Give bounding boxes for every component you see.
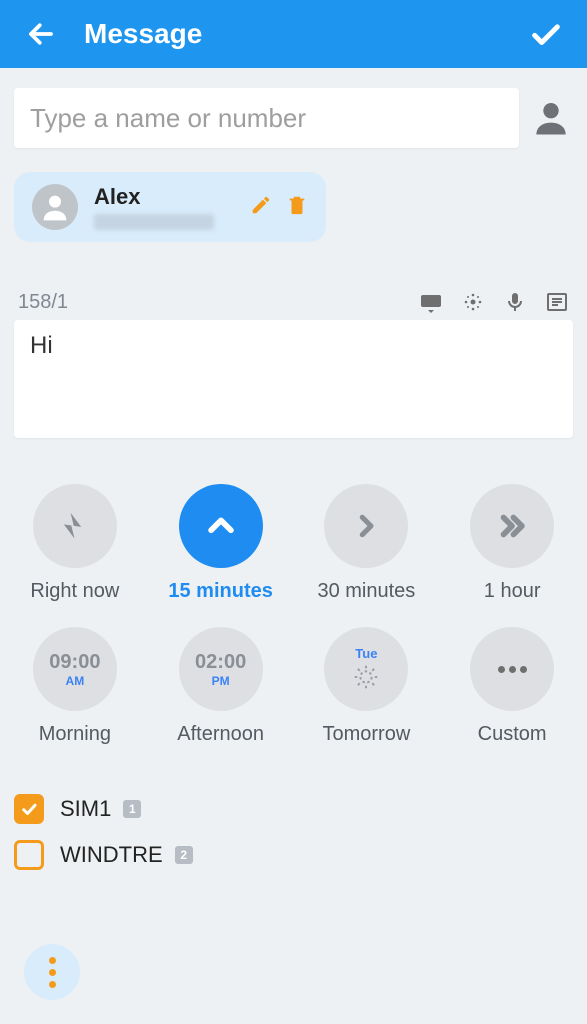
contacts-icon[interactable] (529, 96, 573, 140)
page-title: Message (84, 18, 529, 50)
schedule-custom[interactable]: Custom (451, 627, 573, 746)
keyboard-icon[interactable] (419, 290, 443, 314)
assistant-icon[interactable] (461, 290, 485, 314)
avatar-icon (32, 184, 78, 230)
sim-option-windtre[interactable]: WINDTRE 2 (14, 840, 573, 870)
checkbox-checked-icon (14, 794, 44, 824)
message-textarea[interactable]: Hi (14, 320, 573, 438)
sim-option-sim1[interactable]: SIM1 1 (14, 794, 573, 824)
message-text: Hi (30, 332, 53, 359)
recipient-name: Alex (94, 184, 234, 210)
delete-icon[interactable] (286, 194, 308, 221)
char-counter: 158/1 (18, 291, 419, 314)
edit-icon[interactable] (250, 194, 272, 221)
schedule-afternoon[interactable]: 02:00PM Afternoon (160, 627, 282, 746)
schedule-30-minutes[interactable]: 30 minutes (306, 484, 428, 603)
schedule-tomorrow[interactable]: Tue Tomorrow (306, 627, 428, 746)
recipient-input[interactable] (14, 88, 519, 148)
recipient-chip: Alex (14, 172, 326, 242)
sim-badge: 2 (175, 846, 193, 864)
template-icon[interactable] (545, 290, 569, 314)
checkbox-unchecked-icon (14, 840, 44, 870)
sim-badge: 1 (123, 800, 141, 818)
back-button[interactable] (24, 17, 58, 51)
mic-icon[interactable] (503, 290, 527, 314)
schedule-15-minutes[interactable]: 15 minutes (160, 484, 282, 603)
confirm-button[interactable] (529, 17, 563, 51)
schedule-morning[interactable]: 09:00AM Morning (14, 627, 136, 746)
more-options-button[interactable] (24, 944, 80, 1000)
schedule-1-hour[interactable]: 1 hour (451, 484, 573, 603)
more-icon (496, 660, 529, 678)
schedule-right-now[interactable]: Right now (14, 484, 136, 603)
recipient-number-redacted (94, 214, 214, 230)
app-header: Message (0, 0, 587, 68)
